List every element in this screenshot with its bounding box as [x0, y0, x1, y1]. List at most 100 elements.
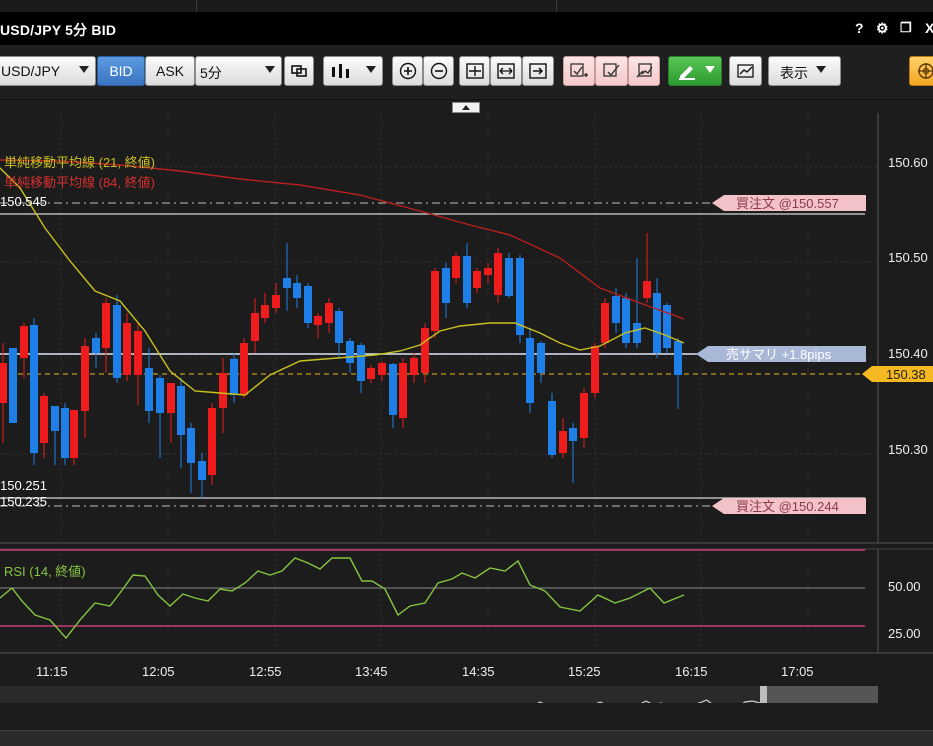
candle-body: [473, 271, 481, 288]
time-axis-label: 11:15: [36, 664, 68, 679]
buy-order-high-text: 買注文 @150.557: [736, 196, 839, 211]
close-icon[interactable]: X: [925, 20, 933, 36]
candle-body: [198, 461, 206, 480]
candle-body: [20, 326, 28, 358]
chart-toolbar: USD/JPY BID ASK 5分 表示: [0, 45, 933, 100]
candle-body: [30, 325, 38, 453]
restore-icon[interactable]: ❐: [900, 20, 912, 36]
candle-body: [378, 363, 386, 375]
sell-summary-text: 売サマリ +1.8pips: [726, 347, 832, 362]
snapshot-button[interactable]: [729, 56, 762, 86]
chart-snapshot-icon: [736, 64, 754, 78]
candlestick-icon: [332, 64, 349, 78]
symbol-select[interactable]: USD/JPY: [0, 56, 96, 86]
collapse-toolbar-handle[interactable]: [452, 102, 480, 113]
buy-order-low-text: 買注文 @150.244: [736, 499, 839, 514]
candle-body: [51, 406, 59, 431]
candle-body: [335, 311, 343, 343]
candle-body: [601, 303, 609, 343]
candle-body: [484, 268, 492, 275]
navigator-background: [0, 686, 878, 703]
candle-body: [123, 323, 131, 375]
candle-body: [240, 343, 248, 395]
timeframe-select[interactable]: 5分: [195, 56, 282, 86]
zoom-in-button[interactable]: [392, 56, 423, 86]
cancel-order-button[interactable]: [628, 56, 660, 86]
modify-order-button[interactable]: [595, 56, 628, 86]
candle-body: [505, 258, 513, 296]
display-menu-button[interactable]: 表示: [768, 56, 841, 86]
candle-body: [251, 313, 259, 341]
candle-body: [261, 305, 269, 318]
high-price-label: 150.545: [0, 194, 47, 209]
cancel-order-icon: [636, 63, 653, 78]
chevron-down-icon: [816, 66, 826, 73]
candle-body: [81, 346, 89, 411]
window-titlebar[interactable]: USD/JPY 5分 BID ? ⚙ ❐ X: [0, 12, 933, 45]
candle-body: [272, 295, 280, 308]
modify-order-icon: [602, 63, 620, 77]
candle-body: [167, 383, 175, 413]
candle-body: [612, 296, 620, 323]
strip-divider: [196, 0, 197, 12]
candle-body: [219, 373, 227, 408]
candle-body: [622, 298, 630, 343]
candle-body: [70, 410, 78, 458]
candle-body: [421, 328, 429, 373]
rsi-axis-label: 25.00: [888, 626, 921, 641]
crosshair-icon: [465, 63, 484, 79]
candle-body: [399, 363, 407, 418]
candle-body: [357, 345, 365, 381]
chart-type-select[interactable]: [323, 56, 383, 86]
candle-body: [293, 283, 301, 298]
pencil-icon: [679, 66, 695, 80]
candle-body: [9, 348, 17, 423]
candle-body: [442, 268, 450, 303]
candle-body: [230, 359, 238, 395]
candle-body: [410, 358, 418, 375]
fit-width-button[interactable]: [490, 56, 522, 86]
ask-button[interactable]: ASK: [145, 56, 195, 86]
zoom-out-button[interactable]: [423, 56, 454, 86]
target-button[interactable]: [909, 56, 933, 86]
help-icon[interactable]: ?: [855, 20, 864, 36]
drawing-tool-button[interactable]: [668, 56, 722, 86]
gear-icon[interactable]: ⚙: [876, 20, 889, 37]
chevron-down-icon: [705, 66, 715, 73]
candle-body: [367, 368, 375, 379]
candle-body: [314, 316, 322, 325]
low-price-label: 150.235: [0, 494, 47, 509]
time-axis-label: 15:25: [568, 664, 601, 679]
rsi-legend: RSI (14, 終値): [4, 564, 86, 579]
candle-body: [134, 331, 142, 375]
candle-body: [208, 408, 216, 475]
new-order-button[interactable]: [563, 56, 595, 86]
candle-body: [674, 341, 682, 375]
window-title: USD/JPY 5分 BID: [0, 22, 117, 38]
navigator-handle[interactable]: [760, 686, 767, 703]
link-button[interactable]: [284, 56, 314, 86]
price-axis-label: 150.40: [888, 346, 928, 361]
navigator-window[interactable]: [763, 686, 878, 703]
candle-body: [452, 256, 460, 278]
sma84-legend: 単純移動平均線 (84, 終値): [4, 175, 155, 190]
chevron-down-icon: [79, 66, 89, 73]
candle-body: [580, 393, 588, 438]
candle-body: [653, 293, 661, 353]
crosshair-button[interactable]: [459, 56, 490, 86]
price-axis-label: 150.30: [888, 442, 928, 457]
candle-body: [0, 363, 7, 403]
chevron-down-icon: [366, 66, 376, 73]
candle-body: [526, 338, 534, 403]
link-icon: [291, 65, 307, 77]
new-order-icon: [570, 63, 588, 77]
candle-body: [113, 305, 121, 378]
scroll-latest-button[interactable]: [522, 56, 554, 86]
status-bar: [0, 730, 933, 746]
bid-button[interactable]: BID: [97, 56, 145, 86]
candle-body: [187, 428, 195, 463]
time-axis-label: 16:15: [675, 664, 708, 679]
zoom-out-icon: [430, 62, 447, 80]
display-menu-label: 表示: [780, 65, 808, 81]
candle-body: [569, 428, 577, 441]
